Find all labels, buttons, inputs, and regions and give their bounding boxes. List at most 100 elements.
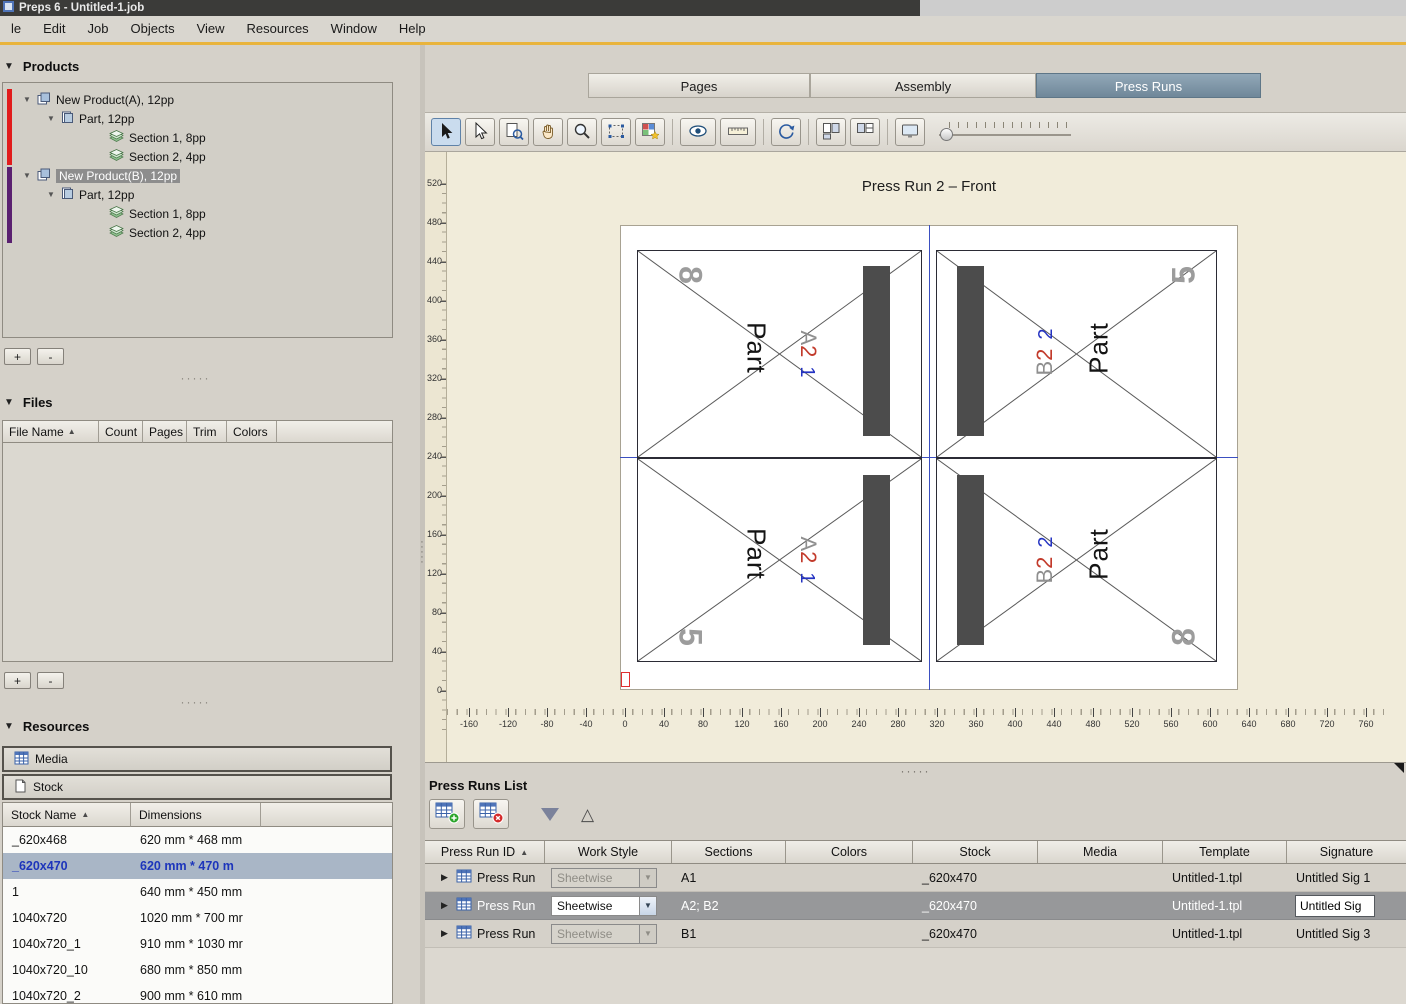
col-template[interactable]: Template [1163,841,1287,863]
select-tool-button[interactable] [431,118,461,146]
expander-triangle-icon[interactable]: ▶ [441,928,451,939]
resource-item-media[interactable]: Media [2,746,392,772]
delete-press-run-button[interactable] [473,799,509,829]
add-file-button[interactable]: + [4,672,31,689]
preview-button[interactable] [680,118,716,146]
col-signature[interactable]: Signature [1287,841,1406,863]
add-press-run-button[interactable] [429,799,465,829]
tree-item-product-b[interactable]: ▼ New Product(B), 12pp [3,166,392,185]
stock-col-dimensions[interactable]: Dimensions [131,803,261,827]
chevron-down-icon[interactable]: ▼ [639,897,656,915]
add-product-button[interactable]: + [4,348,31,365]
page-number: 2 [1035,536,1057,547]
work-style-dropdown[interactable]: Sheetwise ▼ [551,896,657,916]
col-media[interactable]: Media [1038,841,1163,863]
move-up-icon[interactable]: △ [581,806,594,823]
tree-item-section-b1[interactable]: Section 1, 8pp [3,204,392,223]
menu-file[interactable]: le [0,16,32,42]
files-col-filename[interactable]: File Name ▲ [3,421,99,443]
tab-pages[interactable]: Pages [588,73,810,98]
menu-help[interactable]: Help [388,16,437,42]
menu-resources[interactable]: Resources [236,16,320,42]
tree-item-section-a1[interactable]: Section 1, 8pp [3,128,392,147]
press-run-row-1[interactable]: ▶ Press Run Sheetwise ▼ A1 _620x470 Unti… [425,864,1406,892]
resource-item-stock[interactable]: Stock [2,774,392,800]
expanded-triangle-icon[interactable]: ▼ [47,190,56,199]
tab-assembly[interactable]: Assembly [810,73,1036,98]
remove-product-button[interactable]: - [37,348,64,365]
press-runs-panel-splitter[interactable]: ····· [425,762,1406,774]
tree-item-part-a[interactable]: ▼ Part, 12pp [3,109,392,128]
stock-row[interactable]: 1040x720_1 910 mm * 1030 mr [3,931,392,957]
drag-dots[interactable]: ····· [0,375,391,383]
stock-row-selected[interactable]: _620x470 620 mm * 470 m [3,853,392,879]
imposition-editor-button[interactable] [635,118,665,146]
expander-triangle-icon[interactable]: ▶ [441,900,451,911]
col-work-style[interactable]: Work Style [545,841,672,863]
zoom-slider-track[interactable] [939,134,1071,136]
press-run-row-3[interactable]: ▶ Press Run Sheetwise ▼ B1 _620x470 Unti… [425,920,1406,948]
title-bar[interactable]: Preps 6 - Untitled-1.job [0,0,920,16]
menu-objects[interactable]: Objects [120,16,186,42]
expanded-triangle-icon[interactable]: ▼ [47,114,56,123]
tree-item-section-b2[interactable]: Section 2, 4pp [3,223,392,242]
page-top-left[interactable]: 8 Part A21 [637,250,922,458]
tree-item-section-a2[interactable]: Section 2, 4pp [3,147,392,166]
imposition-canvas[interactable]: Press Run 2 – Front 8 Part A21 B22 Part … [425,152,1406,762]
v-ruler-tick [440,418,446,419]
expanded-triangle-icon[interactable]: ▼ [23,95,32,104]
stock-col-name[interactable]: Stock Name ▲ [3,803,131,827]
page-top-right[interactable]: B22 Part 5 [936,250,1217,458]
remove-file-button[interactable]: - [37,672,64,689]
move-down-icon[interactable] [541,808,559,821]
files-col-count[interactable]: Count [99,421,143,443]
zoom-tool-button[interactable] [567,118,597,146]
menu-window[interactable]: Window [320,16,388,42]
tree-item-part-b[interactable]: ▼ Part, 12pp [3,185,392,204]
rotate-button[interactable] [771,118,801,146]
menu-view[interactable]: View [186,16,236,42]
tab-press-runs[interactable]: Press Runs [1036,73,1261,98]
resources-section-header[interactable]: ▼ Resources [4,718,89,734]
panel-corner-handle[interactable] [1394,763,1404,773]
v-ruler-label: 320 [427,373,442,383]
page-bottom-right[interactable]: B22 Part 8 [936,458,1217,662]
fit-window-button[interactable] [895,118,925,146]
zoom-slider-thumb[interactable] [940,128,953,141]
stock-row[interactable]: 1040x720 1020 mm * 700 mr [3,905,392,931]
files-section-header[interactable]: ▼ Files [4,394,53,410]
press-run-row-2-selected[interactable]: ▶ Press Run Sheetwise ▼ A2; B2 _620x470 … [425,892,1406,920]
marquee-tool-button[interactable] [601,118,631,146]
signature-edit-field[interactable]: Untitled Sig [1295,895,1375,917]
stock-dimensions: 620 mm * 470 m [131,859,261,873]
layout-left-button[interactable] [816,118,846,146]
menu-edit[interactable]: Edit [32,16,76,42]
products-section-header[interactable]: ▼ Products [4,58,79,74]
h-ruler-label: 640 [1241,719,1256,729]
direct-select-tool-button[interactable] [465,118,495,146]
col-colors[interactable]: Colors [786,841,913,863]
layout-right-button[interactable] [850,118,880,146]
section-number: 2 [796,551,821,563]
zoom-page-tool-button[interactable] [499,118,529,146]
stock-row[interactable]: 1040x720_2 900 mm * 610 mm [3,983,392,1004]
menu-job[interactable]: Job [77,16,120,42]
col-stock[interactable]: Stock [913,841,1038,863]
tree-item-product-a[interactable]: ▼ New Product(A), 12pp [3,90,392,109]
files-col-trim[interactable]: Trim [187,421,227,443]
drag-dots[interactable]: ····· [0,699,391,707]
files-col-pages[interactable]: Pages [143,421,187,443]
expander-triangle-icon[interactable]: ▶ [441,872,451,883]
stock-row[interactable]: 1040x720_10 680 mm * 850 mm [3,957,392,983]
zoom-slider[interactable] [939,121,1071,143]
measure-tool-button[interactable] [720,118,756,146]
page-bottom-left[interactable]: Part A21 5 [637,458,922,662]
stock-row[interactable]: _620x468 620 mm * 468 mm [3,827,392,853]
col-sections[interactable]: Sections [672,841,786,863]
files-col-colors[interactable]: Colors [227,421,277,443]
stock-row[interactable]: 1 640 mm * 450 mm [3,879,392,905]
pan-tool-button[interactable] [533,118,563,146]
press-run-id: Press Run [477,899,535,913]
col-press-run-id[interactable]: Press Run ID ▲ [425,841,545,863]
expanded-triangle-icon[interactable]: ▼ [23,171,32,180]
